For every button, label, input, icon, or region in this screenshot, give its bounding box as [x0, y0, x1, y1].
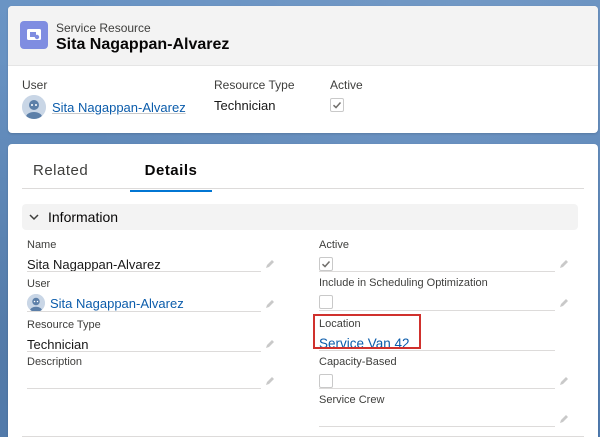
- pencil-icon[interactable]: [559, 259, 569, 269]
- object-type-label: Service Resource: [56, 21, 151, 35]
- section-title: Information: [48, 209, 119, 225]
- record-header-top: Service Resource Sita Nagappan-Alvarez: [8, 6, 598, 66]
- field-description-label: Description: [27, 356, 83, 368]
- field-resource-type-label: Resource Type: [27, 319, 101, 331]
- tab-details[interactable]: Details: [130, 162, 212, 192]
- field-service-crew: Service Crew: [319, 394, 569, 427]
- pencil-icon[interactable]: [559, 298, 569, 308]
- pencil-icon[interactable]: [265, 299, 275, 309]
- field-description: Description: [27, 356, 275, 389]
- field-active-label: Active: [319, 239, 349, 251]
- field-scheduling: Include in Scheduling Optimization: [319, 277, 569, 311]
- record-title: Sita Nagappan-Alvarez: [56, 36, 230, 53]
- divider: [319, 388, 555, 389]
- highlight-user-link[interactable]: Sita Nagappan-Alvarez: [52, 100, 186, 115]
- field-name: Name Sita Nagappan-Alvarez: [27, 239, 275, 272]
- pencil-icon[interactable]: [265, 376, 275, 386]
- field-resource-type: Resource Type Technician: [27, 319, 275, 352]
- field-service-crew-label: Service Crew: [319, 394, 385, 406]
- chevron-down-icon: [29, 214, 39, 221]
- field-active: Active: [319, 239, 569, 272]
- location-highlight-box: [313, 314, 421, 349]
- field-active-checkbox: [319, 257, 333, 271]
- highlight-resource-type-label: Resource Type: [214, 78, 295, 92]
- section-information-toggle[interactable]: Information: [22, 204, 578, 230]
- tab-bar: Related Details: [22, 144, 584, 192]
- divider: [27, 388, 261, 389]
- field-scheduling-checkbox: [319, 295, 333, 309]
- highlight-active: Active: [330, 78, 363, 112]
- pencil-icon[interactable]: [559, 414, 569, 424]
- details-card: Related Details Information Name Sita Na…: [8, 144, 598, 437]
- divider: [27, 351, 261, 352]
- field-scheduling-label: Include in Scheduling Optimization: [319, 277, 488, 289]
- record-header: Service Resource Sita Nagappan-Alvarez U…: [8, 6, 598, 133]
- divider: [27, 311, 261, 312]
- field-capacity-label: Capacity-Based: [319, 356, 397, 368]
- highlight-user-label: User: [22, 78, 48, 92]
- service-resource-icon: [20, 21, 48, 49]
- pencil-icon[interactable]: [265, 339, 275, 349]
- field-capacity-checkbox: [319, 374, 333, 388]
- field-user-label: User: [27, 278, 51, 290]
- field-user: User Sita Nagappan-Alvarez: [27, 278, 275, 312]
- field-user-link[interactable]: Sita Nagappan-Alvarez: [50, 296, 184, 311]
- field-capacity: Capacity-Based: [319, 356, 569, 389]
- pencil-icon[interactable]: [265, 259, 275, 269]
- highlight-user: User Sita Nagappan-Alvarez: [22, 78, 186, 119]
- divider: [27, 271, 261, 272]
- check-icon: [332, 101, 342, 109]
- divider: [319, 271, 555, 272]
- divider: [319, 426, 555, 427]
- divider: [319, 350, 555, 351]
- highlight-active-checkbox: [330, 98, 344, 112]
- tab-related[interactable]: Related: [33, 162, 88, 191]
- field-name-label: Name: [27, 239, 57, 251]
- highlight-resource-type: Resource Type Technician: [214, 78, 295, 113]
- user-avatar-icon: [27, 294, 45, 312]
- highlight-resource-type-value: Technician: [214, 98, 276, 113]
- divider: [319, 310, 555, 311]
- pencil-icon[interactable]: [559, 376, 569, 386]
- check-icon: [321, 260, 331, 268]
- highlight-active-label: Active: [330, 78, 363, 92]
- user-avatar-icon: [22, 95, 46, 119]
